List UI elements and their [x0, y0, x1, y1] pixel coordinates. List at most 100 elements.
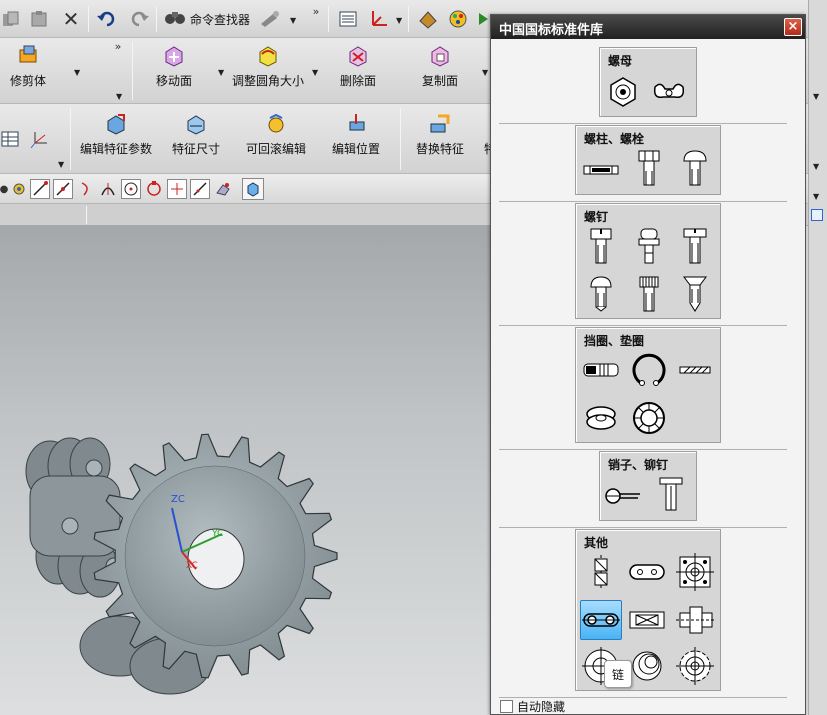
redo-icon[interactable] [128, 8, 150, 30]
edit-feature-params-button[interactable]: 编辑特征参数 [80, 112, 152, 157]
graphics-viewport[interactable]: ZC YC XC [0, 226, 490, 715]
point-on-curve-snap-icon[interactable] [190, 179, 210, 199]
trim-body-button[interactable]: 修剪体 [10, 44, 46, 89]
hex-nut-icon[interactable] [602, 72, 644, 112]
rollback-edit-button[interactable]: 可回滚编辑 [246, 112, 306, 157]
retaining-ring-icon[interactable] [628, 350, 670, 390]
rivet-icon[interactable] [650, 474, 692, 514]
curve-snap-icon[interactable] [78, 179, 96, 199]
group-nuts: 螺母 [599, 47, 697, 117]
chevron-down-icon[interactable]: ▼ [396, 16, 402, 25]
knurled-screw-icon[interactable] [628, 274, 670, 314]
slot-icon[interactable] [626, 552, 668, 592]
intersection-snap-icon[interactable] [98, 179, 118, 199]
point-snap-icon[interactable] [167, 179, 187, 199]
measure-icon[interactable] [258, 8, 282, 30]
undo-icon[interactable] [96, 8, 118, 30]
flat-washer-icon[interactable] [674, 350, 716, 390]
command-finder-label: 命令查找器 [190, 12, 251, 27]
replace-feature-button[interactable]: 替换特征 [416, 112, 464, 157]
binoculars-icon [164, 9, 186, 29]
sprocket-icon[interactable] [674, 646, 716, 686]
hex-bolt-icon[interactable] [628, 148, 670, 188]
key-icon[interactable] [580, 552, 622, 592]
sphere-icon[interactable]: ● [0, 179, 8, 199]
sprocket [93, 433, 338, 679]
right-edge-panel: ▼ ▼ ▼ [808, 0, 827, 715]
tooth-washer-icon[interactable] [628, 398, 670, 438]
layers-icon[interactable] [336, 8, 360, 30]
pan-head-screw-icon[interactable] [580, 274, 622, 314]
delete-icon[interactable]: ✕ [60, 7, 82, 31]
group-rings-washers: 挡圈、垫圈 [575, 327, 721, 443]
line-snap-icon[interactable] [30, 179, 50, 199]
chevron-down-icon[interactable]: ▼ [482, 68, 488, 77]
chevron-down-icon[interactable]: ▼ [312, 68, 318, 77]
point-on-surface-snap-icon[interactable] [213, 179, 233, 199]
sprocket-model: ZC YC XC [25, 433, 338, 695]
cotter-pin-icon[interactable] [602, 476, 644, 516]
overflow-chevron-icon[interactable]: » [310, 4, 322, 18]
run-icon[interactable] [476, 8, 490, 30]
ribbon-separator [70, 108, 71, 170]
spline-icon[interactable] [626, 600, 668, 640]
axis-x-label: XC [186, 561, 198, 571]
axis-y-label: YC [211, 529, 223, 539]
chevron-down-icon[interactable]: ▼ [813, 192, 819, 201]
stud-icon[interactable] [580, 150, 622, 190]
panel-toggle-icon[interactable] [811, 209, 823, 221]
close-button[interactable]: × [784, 18, 802, 36]
autohide-option[interactable]: 自动隐藏 [500, 698, 565, 715]
chevron-down-icon[interactable]: ▼ [58, 160, 64, 169]
chevron-down-icon[interactable]: ▼ [813, 162, 819, 171]
toolbar-separator [156, 6, 157, 32]
toolbar-separator [408, 6, 409, 32]
chevron-down-icon[interactable]: ▼ [74, 68, 80, 77]
split-washer-icon[interactable] [580, 398, 622, 438]
cheese-head-screw-icon[interactable] [580, 226, 622, 266]
table-icon[interactable] [0, 128, 20, 150]
resize-blend-icon [256, 44, 280, 68]
wcs-icon[interactable] [26, 128, 50, 150]
snap-settings-icon[interactable] [10, 179, 28, 199]
cad-application: ✕ 命令查找器 ▼ » ▼ 修剪体 ▼ » ▼ 移动面 ▼ 调整圆角大小 ▼ 删… [0, 0, 827, 715]
quadrant-snap-icon[interactable] [144, 179, 164, 199]
chevron-down-icon[interactable]: ▼ [290, 16, 296, 25]
tooltip: 链 [604, 660, 632, 688]
spring-icon[interactable] [626, 646, 668, 686]
spring-washer-icon[interactable] [580, 350, 622, 390]
chevron-down-icon[interactable]: ▼ [218, 68, 224, 77]
copy-face-button[interactable]: 复制面 [422, 44, 458, 89]
chevron-down-icon[interactable]: ▼ [813, 92, 819, 101]
countersunk-screw-icon[interactable] [674, 274, 716, 314]
coupling-icon[interactable] [674, 600, 716, 640]
resize-blend-button[interactable]: 调整圆角大小 [232, 44, 304, 89]
coordinate-system-icon[interactable] [366, 8, 390, 30]
bounded-selection-icon[interactable] [242, 178, 264, 200]
round-head-bolt-icon[interactable] [674, 148, 716, 188]
edit-position-button[interactable]: 编辑位置 [332, 112, 380, 157]
palette-icon[interactable] [446, 8, 470, 30]
midpoint-snap-icon[interactable] [53, 179, 73, 199]
paste-icon[interactable] [28, 8, 50, 30]
overflow-chevron-icon[interactable]: » [112, 40, 124, 53]
set-screw-icon[interactable] [628, 226, 670, 266]
chain-icon[interactable] [580, 600, 622, 640]
cut-icon[interactable] [0, 8, 22, 30]
shading-icon[interactable] [416, 8, 440, 30]
arc-center-snap-icon[interactable] [121, 179, 141, 199]
delete-face-button[interactable]: 删除面 [340, 44, 376, 89]
slotted-screw-icon[interactable] [674, 226, 716, 266]
flange-icon[interactable] [674, 552, 716, 592]
autohide-checkbox[interactable] [500, 700, 513, 713]
wing-nut-icon[interactable] [648, 72, 690, 112]
group-others: 其他 [575, 529, 721, 691]
axis-z-label: ZC [171, 494, 185, 505]
move-face-button[interactable]: 移动面 [156, 44, 192, 89]
command-finder-button[interactable]: 命令查找器 [164, 8, 254, 30]
group-divider [499, 123, 787, 124]
group-screws: 螺钉 [575, 203, 721, 319]
ribbon-separator [400, 108, 401, 170]
feature-dimension-button[interactable]: 特征尺寸 [172, 112, 220, 157]
chevron-down-icon[interactable]: ▼ [116, 92, 122, 101]
